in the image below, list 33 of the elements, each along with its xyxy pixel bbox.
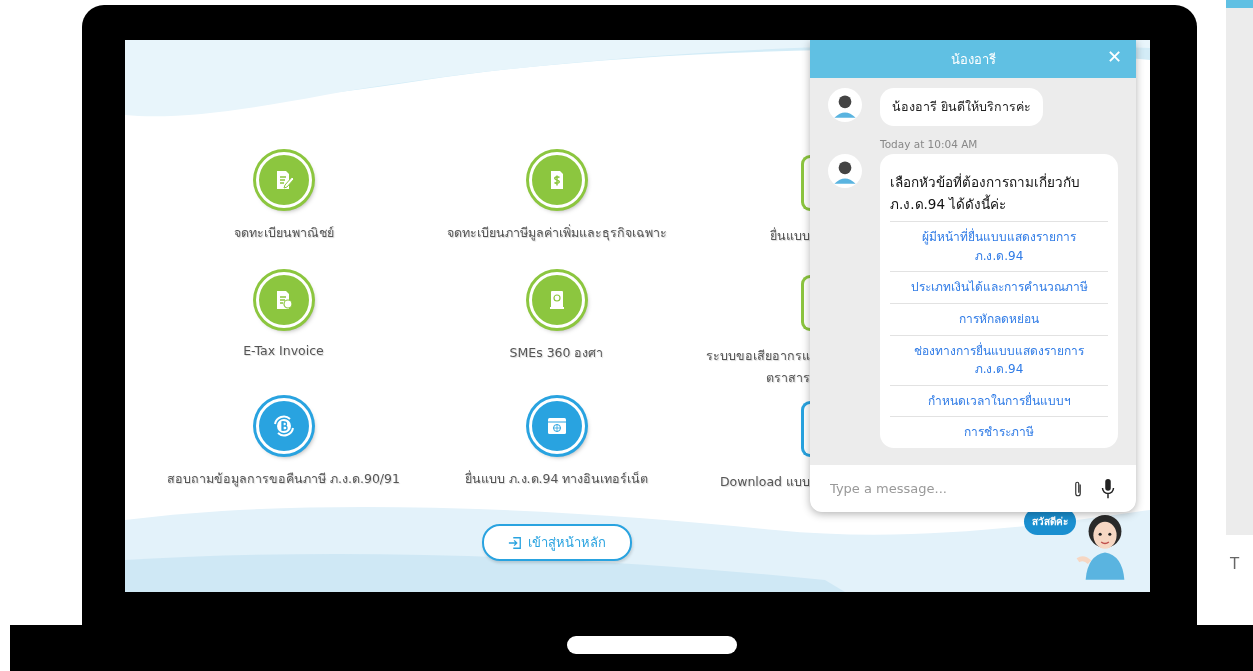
document-pen-icon[interactable] [255,152,312,208]
service-label[interactable]: SMEs 360 องศา [509,343,604,363]
book-icon[interactable] [528,272,585,328]
option-link[interactable]: ช่องทางการยื่นแบบแสดงรายการ ภ.ง.ด.94 [890,334,1108,385]
avatar-icon [828,88,862,122]
message-bar[interactable]: Type a message... [810,465,1136,512]
service-label[interactable]: ตราสาร [766,368,810,388]
service-label[interactable]: จดทะเบียนพาณิชย์ [233,223,334,243]
service-label[interactable]: E-Tax Invoice [243,343,324,358]
side-text: T [1230,555,1241,573]
service-label[interactable]: ยื่นแบบ ภ.ง.ด.94 ทางอินเทอร์เน็ต [464,469,649,489]
enter-icon [508,535,522,550]
avatar-icon [828,154,862,188]
service-label[interactable]: จดทะเบียนภาษีมูลค่าเพิ่มและธุรกิจเฉพาะ [446,223,667,243]
service-label[interactable]: Download แบบ [719,472,810,492]
option-link[interactable]: การชำระภาษี [890,416,1108,448]
service-label[interactable]: ยื่นแบบ [770,226,810,246]
message-timestamp: Today at 10:04 AM [880,138,979,150]
chat-message: เลือกหัวข้อที่ต้องการถามเกี่ยวกับ ภ.ง.ด.94 ได้ดังนี้ค่ะ [890,172,1081,214]
option-link[interactable]: กำหนดเวลาในการยื่นแบบฯ [890,384,1108,417]
option-link[interactable]: ผู้มีหน้าที่ยื่นแบบแสดงรายการ ภ.ง.ด.94 [890,221,1108,272]
service-label[interactable]: สอบถามข้อมูลการขอคืนภาษี ภ.ง.ด.90/91 [167,469,400,489]
option-link[interactable]: ประเภทเงินได้และการคำนวณภาษี [890,271,1108,303]
option-link[interactable]: การหักลดหย่อน [890,302,1108,335]
baht-cycle-icon[interactable] [255,398,312,454]
invoice-document-icon[interactable] [255,272,312,328]
chat-message: น้องอารี ยินดีให้บริการค่ะ [880,88,1043,126]
chat-title: น้องอารี [950,50,996,69]
service-label[interactable]: ระบบขอเสียอากรแ [706,346,810,366]
browser-globe-icon[interactable] [528,398,585,454]
message-input[interactable]: Type a message... [828,480,1056,497]
dollar-document-icon[interactable] [528,152,585,208]
microphone-icon[interactable] [1100,477,1116,500]
